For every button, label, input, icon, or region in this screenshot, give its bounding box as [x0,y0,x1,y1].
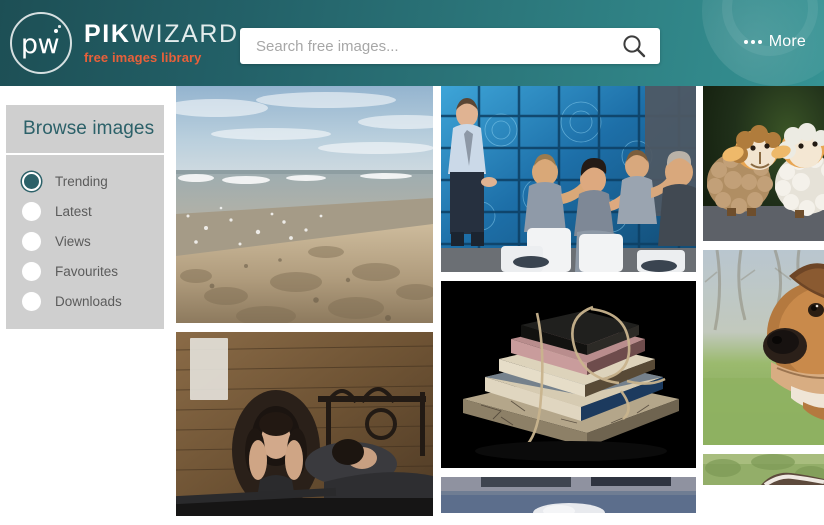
image-grid [176,86,824,516]
partial-photo-bottom-2[interactable] [703,454,824,485]
more-menu-label: More [768,33,806,50]
brand-wordmark: PIKWIZARD free images library [84,19,239,65]
sidebar-item-latest[interactable]: Latest [6,196,164,226]
browse-images-header: Browse images [6,105,164,155]
gallery-column-2 [441,86,696,522]
search-bar[interactable] [240,28,660,64]
brand-title: PIKWIZARD [84,19,239,48]
page-title: Browse images [23,118,155,139]
sidebar-item-views[interactable]: Views [6,226,164,256]
search-icon [623,35,646,58]
gallery-column-1 [176,86,433,525]
browse-images-panel: Browse images Trending Latest Views Favo… [6,105,164,329]
sidebar-item-label: Trending [55,173,108,189]
sparkle-icon [54,25,61,33]
more-menu-button[interactable]: More [743,33,806,51]
radio-icon-downloads[interactable] [22,291,41,311]
logo-monogram-text: pw [20,28,60,60]
search-button[interactable] [608,28,660,64]
sidebar-item-label: Favourites [55,263,119,279]
radio-icon-favourites[interactable] [22,261,41,281]
browse-options-list: Trending Latest Views Favourites Downloa… [6,155,164,329]
toy-sheep-photo[interactable] [703,86,824,241]
gallery-column-3 [703,86,824,494]
radio-icon-trending[interactable] [22,171,41,191]
sidebar-item-downloads[interactable]: Downloads [6,286,164,316]
brand-title-light: WIZARD [130,19,239,48]
radio-icon-views[interactable] [22,231,41,251]
sidebar-item-trending[interactable]: Trending [6,166,164,196]
search-input[interactable] [240,28,608,64]
dog-closeup-photo[interactable] [703,250,824,445]
radio-icon-latest[interactable] [22,201,41,221]
ellipsis-icon [743,40,762,44]
brand-title-strong: PIK [84,19,131,48]
woman-insomnia-photo[interactable] [176,332,433,516]
sidebar-item-label: Views [55,233,91,249]
business-meeting-photo[interactable] [441,86,696,272]
sidebar-item-label: Downloads [55,293,122,309]
site-header: pw PIKWIZARD free images library More [0,0,824,86]
circle-monogram-logo-icon: pw [10,12,72,74]
brand-logo[interactable]: pw PIKWIZARD free images library [10,11,239,75]
stacked-books-photo[interactable] [441,281,696,468]
partial-photo-bottom[interactable] [441,477,696,513]
beach-shoreline-photo[interactable] [176,86,433,323]
brand-tagline: free images library [84,49,202,65]
sidebar-item-favourites[interactable]: Favourites [6,256,164,286]
sidebar-item-label: Latest [55,203,92,219]
